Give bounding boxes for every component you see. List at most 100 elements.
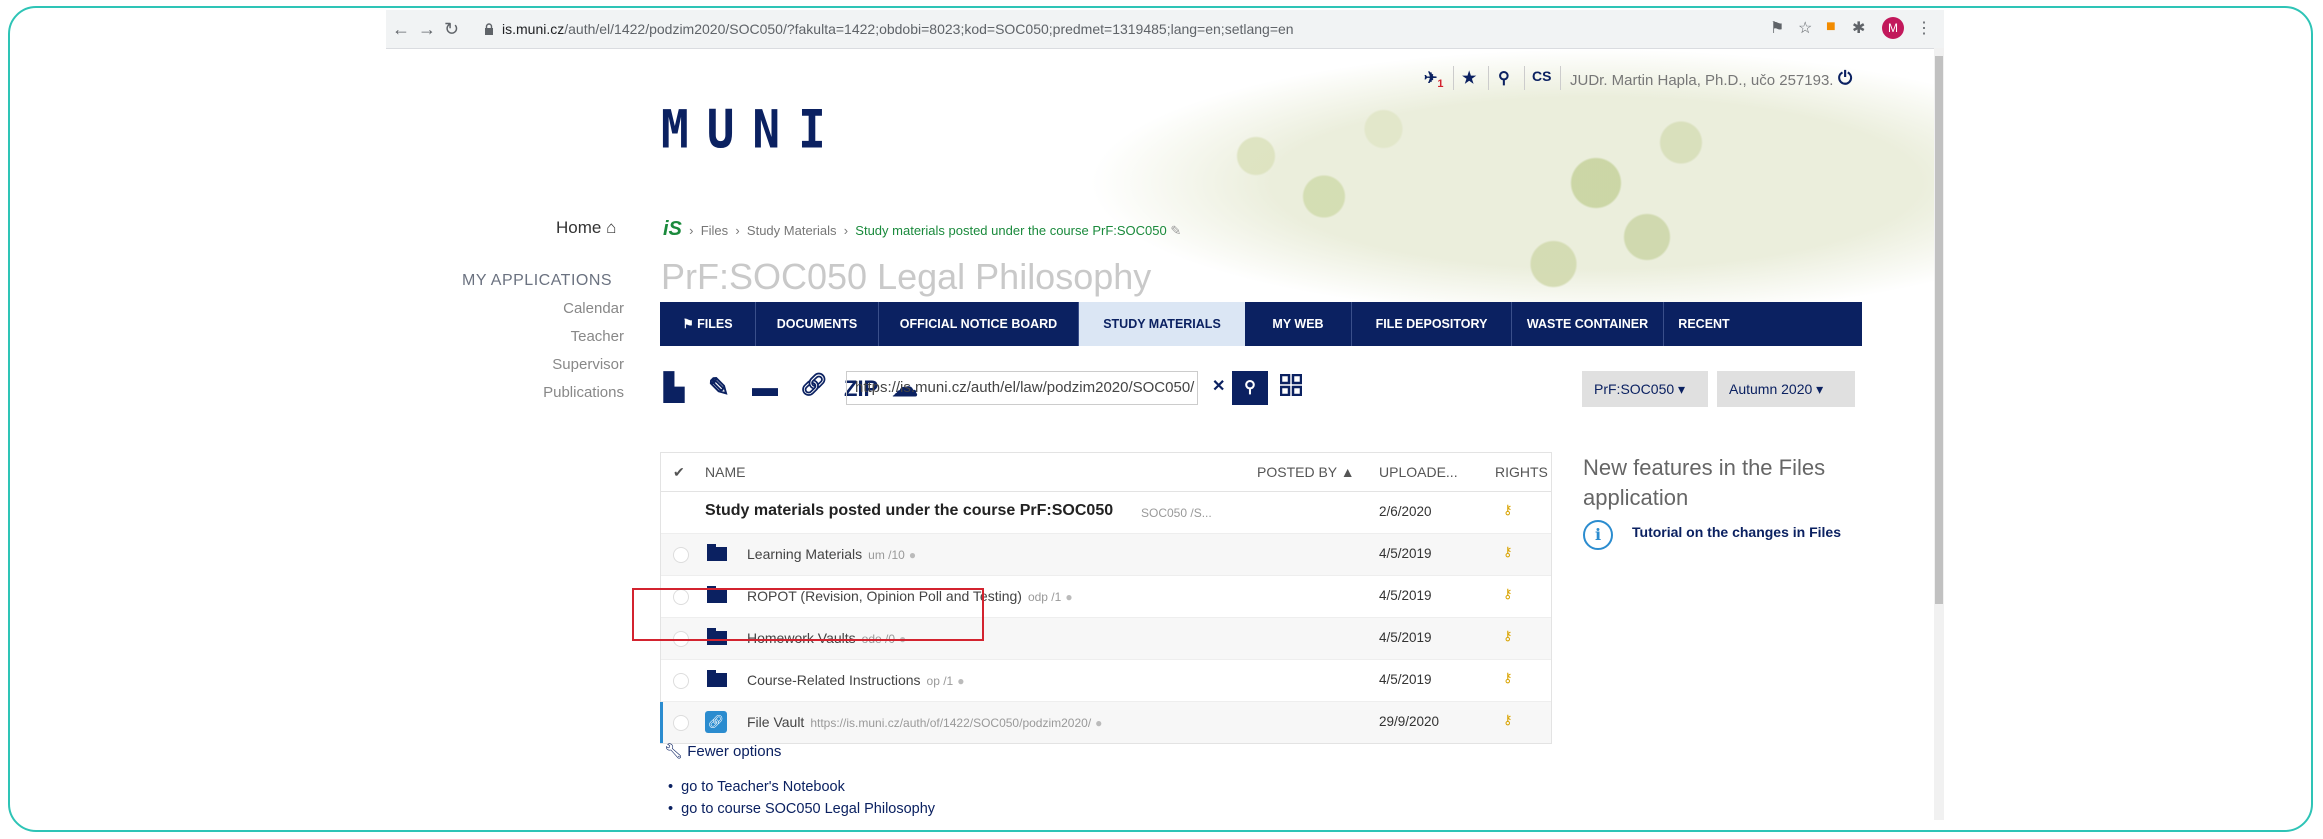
logout-power-icon[interactable]: ⏻ xyxy=(1838,68,1852,89)
tab-my-web[interactable]: MY WEB xyxy=(1245,302,1352,346)
rights-key-icon[interactable]: ⚷ xyxy=(1503,502,1513,518)
home-label: Home xyxy=(556,218,602,237)
col-posted-by[interactable]: POSTED BY ▲ xyxy=(1257,464,1355,480)
row-name-text: Course-Related Instructions xyxy=(747,672,921,688)
row-date: 2/6/2020 xyxy=(1379,504,1432,519)
rights-key-icon[interactable]: ⚷ xyxy=(1503,544,1513,560)
scrollbar-thumb[interactable] xyxy=(1935,56,1943,604)
tab-recent[interactable]: RECENT xyxy=(1664,302,1744,346)
favorites-star-icon[interactable]: ★ xyxy=(1462,68,1476,88)
tab-file-depository[interactable]: FILE DEPOSITORY xyxy=(1352,302,1512,346)
row-select-radio[interactable] xyxy=(673,715,689,731)
search-icon[interactable]: ⚲ xyxy=(1498,68,1510,88)
upload-file-icon[interactable]: ▙ xyxy=(664,372,684,403)
breadcrumb-study-materials[interactable]: Study Materials xyxy=(747,223,837,238)
link-icon[interactable]: 🔗︎ xyxy=(800,372,828,398)
nav-teacher[interactable]: Teacher xyxy=(571,328,624,345)
comment-icon[interactable]: ● xyxy=(909,548,916,562)
row-date: 4/5/2019 xyxy=(1379,546,1432,561)
table-row[interactable]: 🔗︎ File Vault https://is.muni.cz/auth/of/… xyxy=(660,702,1551,743)
bottom-links: • go to Teacher's Notebook • go to cours… xyxy=(668,776,935,820)
forward-icon[interactable]: → xyxy=(418,19,436,40)
home-link[interactable]: Home ⌂ xyxy=(556,218,616,238)
row-name[interactable]: File Vault https://is.muni.cz/auth/of/142… xyxy=(747,714,1102,730)
tab-study-materials[interactable]: STUDY MATERIALS xyxy=(1079,302,1245,346)
row-select-radio[interactable] xyxy=(673,547,689,563)
muni-logo[interactable]: MUNI xyxy=(661,98,844,160)
puzzle-icon[interactable]: ✱ xyxy=(1852,18,1865,38)
nav-supervisor[interactable]: Supervisor xyxy=(552,356,624,373)
divider xyxy=(1560,66,1561,90)
link-course-page[interactable]: • go to course SOC050 Legal Philosophy xyxy=(668,798,935,820)
address-bar[interactable]: is.muni.cz/auth/el/1422/podzim2020/SOC05… xyxy=(484,16,1694,42)
breadcrumb-files[interactable]: Files xyxy=(701,223,728,238)
back-icon[interactable]: ← xyxy=(392,19,410,40)
comment-icon[interactable]: ● xyxy=(957,674,964,688)
wrench-icon: 🔧︎ xyxy=(664,743,684,760)
term-select[interactable]: Autumn 2020 ▾ xyxy=(1717,371,1855,407)
col-uploaded[interactable]: UPLOADE... xyxy=(1379,464,1458,480)
fewer-options-toggle[interactable]: 🔧︎ Fewer options xyxy=(664,742,781,760)
nav-publications[interactable]: Publications xyxy=(543,384,624,401)
row-meta: um /10 xyxy=(868,548,905,562)
new-folder-icon[interactable]: ▬ xyxy=(752,372,778,403)
rights-key-icon[interactable]: ⚷ xyxy=(1503,628,1513,644)
rights-key-icon[interactable]: ⚷ xyxy=(1503,670,1513,686)
bookmark-star-icon[interactable]: ☆ xyxy=(1798,18,1812,38)
table-row[interactable]: Course-Related Instructions op /1 ● 4/5/20… xyxy=(661,660,1551,702)
row-select-radio[interactable] xyxy=(673,673,689,689)
reload-icon[interactable]: ↻ xyxy=(444,19,459,40)
pin-icon[interactable]: ✎ xyxy=(1170,223,1181,238)
parent-folder-name[interactable]: Study materials posted under the course … xyxy=(705,502,1113,520)
nav-calendar[interactable]: Calendar xyxy=(563,300,624,317)
extension-icon[interactable]: ■ xyxy=(1826,18,1836,36)
tutorial-link[interactable]: Tutorial on the changes in Files xyxy=(1632,524,1841,540)
col-rights[interactable]: RIGHTS xyxy=(1495,464,1548,480)
row-name-text: Learning Materials xyxy=(747,546,863,562)
table-header: ✔ NAME POSTED BY ▲ UPLOADE... RIGHTS xyxy=(661,453,1551,492)
my-applications-heading: MY APPLICATIONS xyxy=(462,272,613,289)
user-name[interactable]: JUDr. Martin Hapla, Ph.D., učo 257193. xyxy=(1570,72,1833,89)
course-select[interactable]: PrF:SOC050 ▾ xyxy=(1582,371,1708,407)
divider xyxy=(1524,66,1525,90)
row-meta: op /1 xyxy=(926,674,954,688)
row-marker xyxy=(660,702,663,743)
tab-label: FILES xyxy=(697,317,733,331)
path-input[interactable]: https://is.muni.cz/auth/el/law/podzim202… xyxy=(846,371,1198,405)
tab-documents[interactable]: DOCUMENTS xyxy=(756,302,879,346)
link-text: go to Teacher's Notebook xyxy=(681,779,845,795)
rights-key-icon[interactable]: ⚷ xyxy=(1503,712,1513,728)
row-name-text: File Vault xyxy=(747,714,805,730)
link-file-icon: 🔗︎ xyxy=(705,711,727,733)
row-date: 4/5/2019 xyxy=(1379,672,1432,687)
profile-avatar[interactable]: M xyxy=(1882,17,1904,39)
divider xyxy=(1453,66,1454,90)
row-meta: odp /1 xyxy=(1027,590,1062,604)
tab-files[interactable]: ⚑ FILES xyxy=(660,302,756,346)
notifications-icon[interactable]: ✈1 xyxy=(1424,68,1444,90)
row-date: 4/5/2019 xyxy=(1379,588,1432,603)
menu-dots-icon[interactable]: ⋮ xyxy=(1916,18,1932,38)
grid-view-icon[interactable] xyxy=(1280,374,1302,396)
url-path: /auth/el/1422/podzim2020/SOC050/?fakulta… xyxy=(564,21,1294,37)
comment-icon[interactable]: ● xyxy=(1065,590,1072,604)
row-name[interactable]: Course-Related Instructions op /1 ● xyxy=(747,672,964,688)
is-logo[interactable]: iS xyxy=(663,218,682,240)
rights-key-icon[interactable]: ⚷ xyxy=(1503,586,1513,602)
home-icon: ⌂ xyxy=(606,218,617,237)
tab-waste-container[interactable]: WASTE CONTAINER xyxy=(1512,302,1664,346)
comment-icon[interactable]: ● xyxy=(1095,716,1102,730)
translate-icon[interactable]: ⚑ xyxy=(1770,18,1784,38)
language-switch[interactable]: CS xyxy=(1532,68,1551,84)
search-go-button[interactable]: ⚲ xyxy=(1232,371,1268,405)
select-all-check-icon[interactable]: ✔ xyxy=(673,464,685,481)
row-name[interactable]: Learning Materials um /10 ● xyxy=(747,546,916,562)
edit-file-icon[interactable]: ✎ xyxy=(708,372,730,403)
annotation-highlight-box xyxy=(632,588,984,641)
clear-icon[interactable]: ✕ xyxy=(1212,376,1225,396)
table-row[interactable]: Learning Materials um /10 ● 4/5/2019 ⚷ xyxy=(661,534,1551,576)
col-name[interactable]: NAME xyxy=(705,464,745,480)
link-teachers-notebook[interactable]: • go to Teacher's Notebook xyxy=(668,776,935,798)
table-row-parent[interactable]: Study materials posted under the course … xyxy=(661,492,1551,534)
tab-official-notice-board[interactable]: OFFICIAL NOTICE BOARD xyxy=(879,302,1079,346)
